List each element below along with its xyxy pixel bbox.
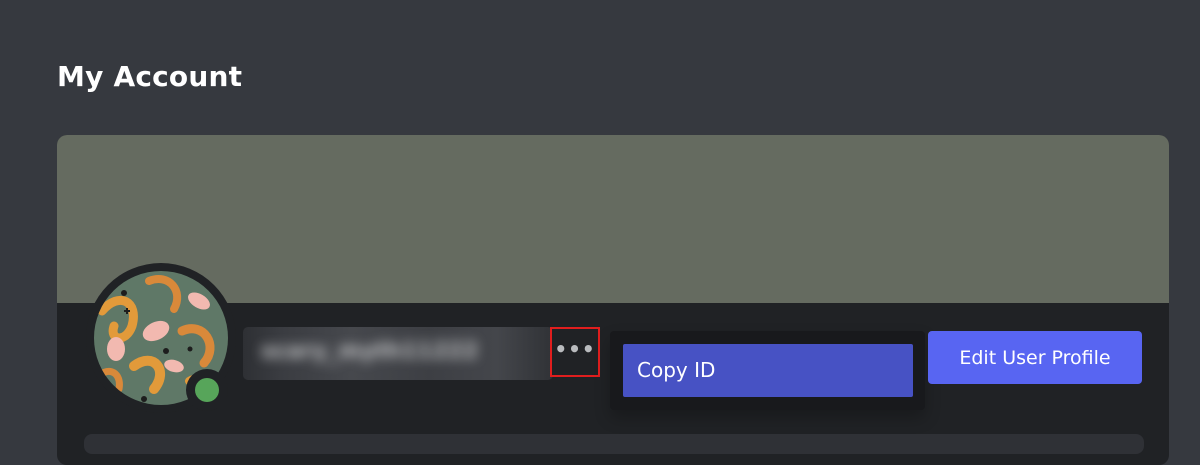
page-title: My Account	[57, 60, 243, 93]
status-indicator	[186, 369, 228, 411]
username-text: scary_myth11222	[261, 339, 479, 364]
username-display: scary_myth11222	[243, 327, 553, 380]
edit-user-profile-button[interactable]: Edit User Profile	[928, 331, 1142, 384]
copy-id-menu-item[interactable]: Copy ID	[623, 344, 913, 397]
account-details-panel	[84, 434, 1144, 454]
more-options-button[interactable]: •••	[550, 327, 600, 377]
context-menu: Copy ID	[610, 331, 925, 410]
online-status-icon	[195, 378, 219, 402]
ellipsis-icon: •••	[554, 337, 596, 361]
profile-banner	[57, 135, 1169, 303]
